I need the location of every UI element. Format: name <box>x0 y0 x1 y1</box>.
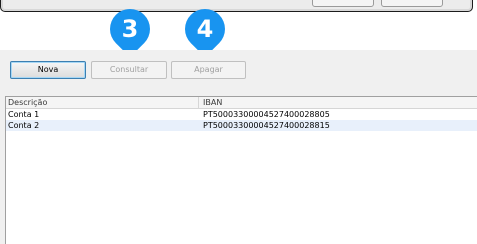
callout-badge-3: 3 <box>101 0 159 58</box>
column-header-iban[interactable]: IBAN <box>199 97 477 108</box>
nova-button[interactable]: Nova <box>10 61 86 79</box>
cell-iban: PT50003300004527400028815 <box>203 121 330 130</box>
column-header-descricao[interactable]: Descrição <box>6 97 199 108</box>
cell-iban: PT50003300004527400028805 <box>203 110 330 119</box>
table-row[interactable]: Conta 1 PT50003300004527400028805 <box>6 109 477 120</box>
consultar-button[interactable]: Consultar <box>91 61 167 79</box>
callout-number-4: 4 <box>196 15 214 43</box>
dialog-button-right[interactable] <box>381 0 443 7</box>
cell-descricao: Conta 1 <box>8 110 40 119</box>
dialog-button-left[interactable] <box>312 0 374 7</box>
accounts-table: Descrição IBAN Conta 1 PT500033000045274… <box>5 96 477 244</box>
accounts-panel: Nova Consultar Apagar Descrição IBAN Con… <box>0 50 477 244</box>
table-header: Descrição IBAN <box>6 97 477 109</box>
callout-number-3: 3 <box>121 15 139 43</box>
callout-badge-4: 4 <box>176 0 234 58</box>
table-row[interactable]: Conta 2 PT50003300004527400028815 <box>6 120 477 131</box>
dialog-frame-top <box>0 0 473 12</box>
cell-descricao: Conta 2 <box>8 121 40 130</box>
apagar-button[interactable]: Apagar <box>171 61 246 79</box>
